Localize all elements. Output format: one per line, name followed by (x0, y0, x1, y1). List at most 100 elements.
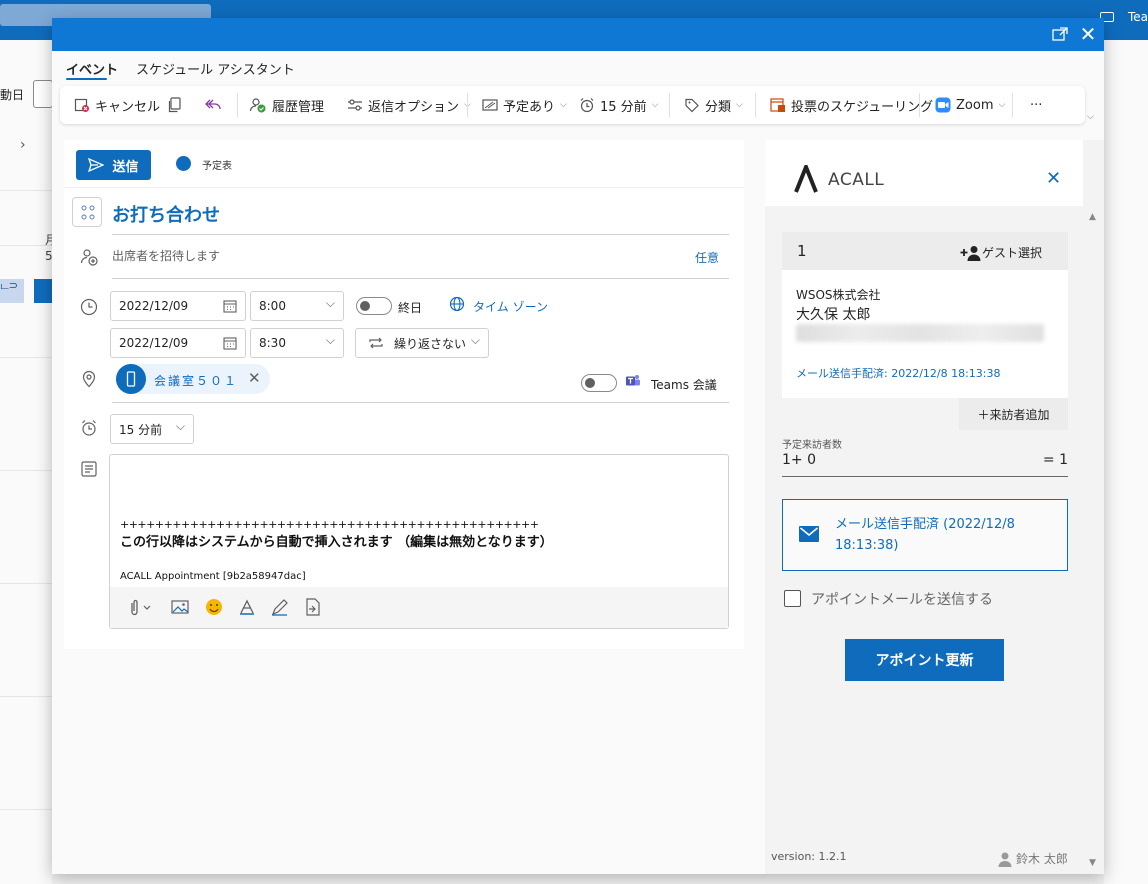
grid-line (0, 583, 52, 584)
event-title-input[interactable]: お打ち合わせ (112, 201, 220, 227)
top-right-label[interactable]: Tea (1128, 10, 1148, 24)
attendee-input[interactable]: 出席者を招待します (112, 247, 220, 264)
dialog-title-bar: ✕ (52, 18, 1104, 51)
current-user: 鈴木 太郎 (997, 850, 1068, 867)
chevron-down-icon: ⌵ (736, 100, 743, 110)
insert-document-icon[interactable] (303, 597, 323, 617)
body-acall-id: ACALL Appointment [9b2a58947dac] (120, 571, 306, 582)
end-date-field[interactable]: 2022/12/09 (110, 328, 246, 358)
ribbon-separator (919, 93, 920, 117)
calendar-icon[interactable] (223, 336, 237, 350)
background-event[interactable] (34, 279, 52, 303)
send-appointment-mail-label[interactable]: アポイントメールを送信する (811, 589, 993, 609)
add-people-icon (80, 249, 98, 266)
addin-version: version: 1.2.1 (771, 850, 847, 863)
event-body-editor[interactable]: ++++++++++++++++++++++++++++++++++++++++… (109, 454, 729, 629)
popout-icon[interactable] (1052, 27, 1068, 41)
reminder-button[interactable]: 15 分前 ⌵ (579, 86, 659, 124)
categorize-button[interactable]: 分類 ⌵ (684, 86, 743, 124)
send-button[interactable]: 送信 (76, 150, 151, 180)
mail-icon (799, 526, 819, 542)
teams-meeting-toggle[interactable] (581, 374, 617, 392)
background-event[interactable]: ட⊃ (0, 279, 24, 303)
send-appointment-mail-checkbox[interactable] (784, 590, 801, 607)
people-check-icon (249, 97, 267, 113)
reply-button[interactable] (204, 86, 227, 124)
tab-event[interactable]: イベント (66, 59, 118, 78)
update-appointment-button[interactable]: アポイント更新 (845, 639, 1004, 681)
show-as-label: 予定あり (503, 99, 556, 115)
repeat-value: 繰り返さない (394, 336, 467, 351)
attach-icon[interactable] (124, 597, 154, 617)
show-as-button[interactable]: 予定あり ⌵ (482, 86, 567, 124)
guest-count: 1 (797, 242, 807, 260)
divider (112, 402, 729, 403)
tag-icon (684, 97, 700, 113)
reminder-dropdown[interactable]: 15 分前 ⌵ (110, 414, 194, 444)
history-button[interactable]: 履歴管理 (249, 86, 324, 124)
expected-visitors-total: = 1 (1042, 452, 1068, 468)
event-compose-form: 送信 予定表 お打ち合わせ 出席者を招待します 任意 2022/12/09 8:… (64, 140, 744, 649)
ribbon-expand-chevron-icon[interactable]: ⌵ (1087, 112, 1094, 122)
teams-icon (626, 375, 640, 386)
all-day-toggle[interactable] (356, 297, 392, 315)
guest-bar: 1 ゲスト選択 (782, 232, 1068, 270)
add-visitor-button[interactable]: ＋来訪者追加 (959, 398, 1068, 430)
format-painter-icon[interactable] (237, 597, 257, 617)
clock-icon (80, 298, 98, 316)
optional-attendees-link[interactable]: 任意 (695, 249, 719, 266)
alarm-clock-icon (579, 97, 595, 113)
options-sliders-icon (347, 98, 363, 112)
cancel-event-icon (74, 97, 90, 113)
more-options-button[interactable]: ··· (1030, 86, 1042, 124)
calendar-icon[interactable] (223, 299, 237, 313)
grid-line (0, 809, 52, 810)
start-time-value: 8:00 (259, 299, 286, 313)
emoji-icon[interactable] (204, 597, 224, 617)
reply-options-button[interactable]: 返信オプション ⌵ (347, 86, 471, 124)
grid-line (0, 470, 52, 471)
room-door-icon (116, 364, 146, 394)
pane-scrollbar[interactable]: ▲ ▼ (1083, 206, 1104, 874)
chevron-down-icon: ⌵ (651, 100, 659, 110)
start-date-field[interactable]: 2022/12/09 (110, 291, 246, 321)
notes-icon (81, 461, 97, 477)
event-dialog: ✕ イベント スケジュール アシスタント キャンセル 履歴管理 返信オプション … (52, 18, 1104, 874)
scroll-down-icon[interactable]: ▼ (1089, 858, 1096, 868)
acall-brand-name: ACALL (828, 170, 885, 190)
guest-company: WSOS株式会社 (796, 288, 881, 302)
room-chip[interactable]: 会議室５０１ ✕ (116, 364, 270, 394)
repeat-dropdown[interactable]: 繰り返さない ⌵ (355, 328, 489, 358)
chevron-down-icon: ⌵ (325, 296, 335, 310)
event-type-icon[interactable] (72, 197, 102, 227)
start-time-field[interactable]: 8:00 ⌵ (250, 291, 344, 321)
scroll-up-icon[interactable]: ▲ (1089, 212, 1096, 222)
tab-scheduling-assistant[interactable]: スケジュール アシスタント (136, 59, 295, 78)
ribbon-separator (755, 93, 756, 117)
cancel-button[interactable]: キャンセル (74, 86, 160, 124)
cancel-label: キャンセル (95, 99, 161, 115)
chevron-down-icon: ⌵ (560, 100, 567, 110)
mail-status-text: メール送信手配済 (2022/12/8 18:13:38) (835, 517, 1015, 553)
close-icon[interactable]: ✕ (1046, 168, 1061, 189)
background-button[interactable] (33, 80, 53, 108)
calendar-color-dot[interactable] (176, 156, 191, 171)
calendar-name[interactable]: 予定表 (202, 157, 232, 172)
chevron-right-icon[interactable]: › (20, 137, 26, 153)
image-icon[interactable] (170, 597, 190, 617)
signature-icon[interactable] (270, 597, 290, 617)
body-separator-line: ++++++++++++++++++++++++++++++++++++++++… (120, 518, 539, 531)
zoom-button[interactable]: Zoom ⌵ (935, 86, 1005, 124)
end-time-field[interactable]: 8:30 ⌵ (250, 328, 344, 358)
all-day-label: 終日 (398, 301, 423, 315)
more-label: ··· (1030, 97, 1043, 113)
ribbon-separator (669, 93, 670, 117)
scheduling-poll-button[interactable]: 投票のスケジューリング (770, 86, 933, 124)
expected-visitors-formula: 1+ 0 (782, 452, 816, 468)
guest-name: 大久保 太郎 (796, 307, 871, 323)
close-icon[interactable]: ✕ (1078, 24, 1098, 44)
time-zone-link[interactable]: タイム ゾーン (473, 298, 548, 315)
remove-room-icon[interactable]: ✕ (248, 369, 261, 387)
copy-button[interactable] (168, 86, 187, 124)
guest-select-button[interactable]: ゲスト選択 (960, 244, 1042, 261)
